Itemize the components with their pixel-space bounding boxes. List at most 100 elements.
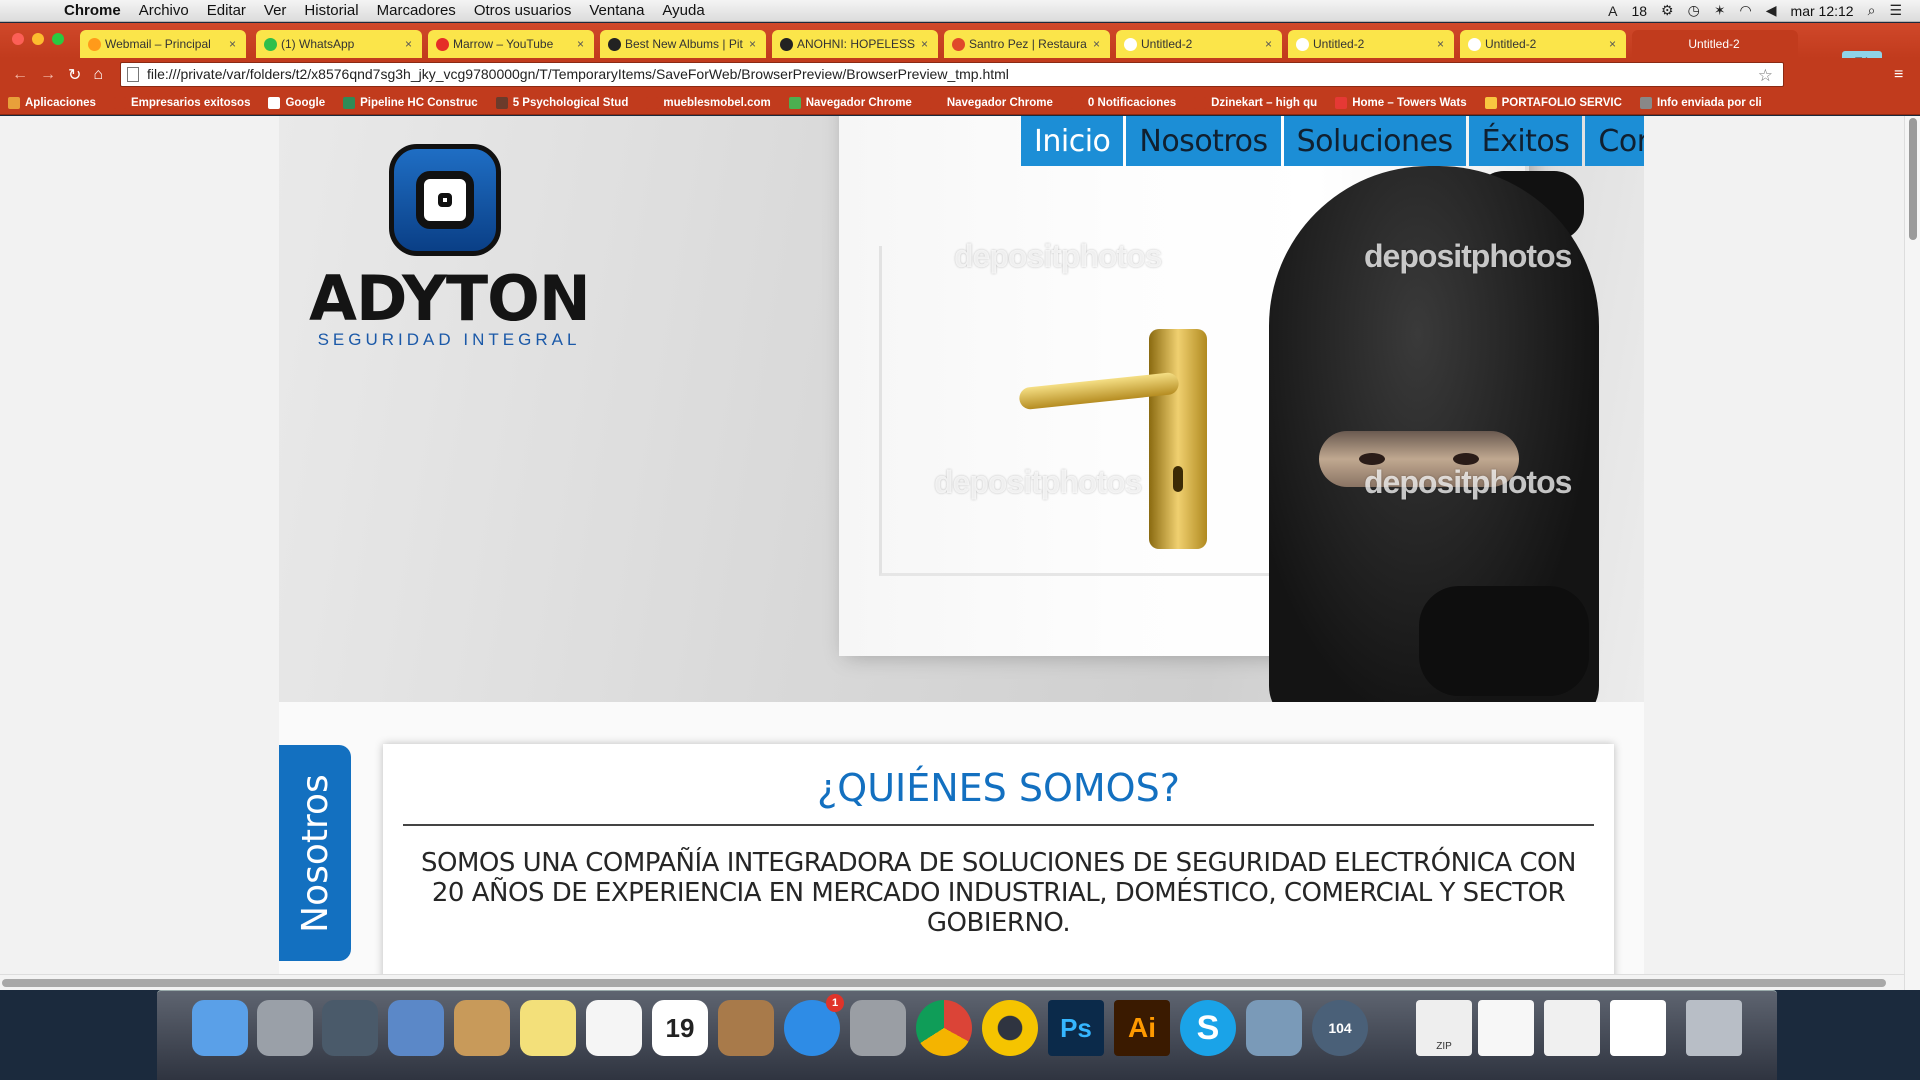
bookmark-item[interactable]: Pipeline HC Construc [343, 96, 478, 109]
chrome-menu-icon[interactable]: ≡ [1894, 66, 1903, 84]
menu-otros-usuarios[interactable]: Otros usuarios [474, 2, 572, 19]
close-tab-icon[interactable]: × [921, 37, 928, 51]
browser-tab[interactable]: Untitled-2 × [1288, 30, 1454, 58]
menu-historial[interactable]: Historial [304, 2, 358, 19]
bookmark-item[interactable]: 0 Notificaciones [1070, 96, 1176, 109]
time-machine-icon[interactable]: ◷ [1688, 2, 1700, 19]
time-machine-icon[interactable]: 104 [1312, 1000, 1368, 1056]
adobe-icon[interactable]: A [1608, 3, 1617, 19]
bookmark-favicon-icon [1484, 96, 1497, 109]
mission-control-icon[interactable] [322, 1000, 378, 1056]
browser-tab[interactable]: (1) WhatsApp × [256, 30, 422, 58]
menu-ventana[interactable]: Ventana [589, 2, 644, 19]
bookmark-label: Navegador Chrome [946, 96, 1053, 109]
window-thumbnail-icon[interactable] [1544, 1000, 1600, 1056]
notification-center-icon[interactable]: ☰ [1889, 2, 1902, 19]
bookmark-item[interactable]: 5 Psychological Stud [495, 96, 628, 109]
close-tab-icon[interactable]: × [1437, 37, 1444, 51]
browser-tab[interactable]: Santro Pez | Restaurante × [944, 30, 1110, 58]
browser-tab[interactable]: Untitled-2 × [1116, 30, 1282, 58]
menu-marcadores[interactable]: Marcadores [377, 2, 456, 19]
skype-icon[interactable]: S [1180, 1000, 1236, 1056]
forward-arrow-icon[interactable]: → [40, 66, 56, 84]
close-tab-icon[interactable]: × [1093, 37, 1100, 51]
opera-icon[interactable] [982, 1000, 1038, 1056]
contacts-icon[interactable] [454, 1000, 510, 1056]
window-thumbnail-icon[interactable] [1610, 1000, 1666, 1056]
bookmark-item[interactable]: Dzinekart – high qu [1194, 96, 1317, 109]
illustrator-icon[interactable]: Ai [1114, 1000, 1170, 1056]
home-icon[interactable]: ⌂ [93, 66, 103, 84]
close-tab-icon[interactable]: × [1265, 37, 1272, 51]
trash-icon[interactable] [1686, 1000, 1742, 1056]
close-tab-icon[interactable]: × [1609, 37, 1616, 51]
finder-icon[interactable] [192, 1000, 248, 1056]
macos-menubar: Chrome Archivo Editar Ver Historial Marc… [0, 0, 1920, 22]
side-tab-nosotros[interactable]: Nosotros [279, 745, 351, 961]
gear-icon[interactable]: ⚙ [1661, 2, 1674, 19]
browser-tab[interactable]: Best New Albums | Pitchfork × [600, 30, 766, 58]
browser-tab[interactable]: Untitled-2 [1632, 30, 1798, 58]
nav-exitos[interactable]: Éxitos [1468, 116, 1583, 166]
bookmark-item[interactable]: Aplicaciones [8, 96, 96, 109]
menu-editar[interactable]: Editar [207, 2, 246, 19]
close-tab-icon[interactable]: × [749, 37, 756, 51]
nav-nosotros[interactable]: Nosotros [1126, 116, 1281, 166]
wifi-icon[interactable]: ◠ [1740, 2, 1752, 19]
window-thumbnail-icon[interactable] [1478, 1000, 1534, 1056]
address-bar[interactable]: file:///private/var/folders/t2/x8576qnd7… [120, 62, 1784, 87]
close-tab-icon[interactable]: × [405, 37, 412, 51]
bookmark-item[interactable]: mueblesmobel.com [646, 96, 771, 109]
calendar-icon[interactable]: 19 [652, 1000, 708, 1056]
site-nav: Inicio Nosotros Soluciones Éxitos Contác… [1021, 116, 1644, 166]
vertical-scrollbar[interactable] [1904, 116, 1920, 990]
bookmark-item[interactable]: Info enviada por cli [1639, 96, 1762, 109]
scrollbar-thumb[interactable] [2, 979, 1886, 987]
mail-icon[interactable] [388, 1000, 444, 1056]
close-tab-icon[interactable]: × [577, 37, 584, 51]
launchpad-icon[interactable] [257, 1000, 313, 1056]
bookmark-item[interactable]: PORTAFOLIO SERVIC [1484, 96, 1622, 109]
reminders-icon[interactable] [586, 1000, 642, 1056]
bluetooth-icon[interactable]: ✶ [1714, 2, 1726, 19]
chrome-icon[interactable] [916, 1000, 972, 1056]
browser-tab[interactable]: Webmail – Principal × [80, 30, 246, 58]
bookmark-item[interactable]: Google [268, 96, 325, 109]
scrollbar-thumb[interactable] [1909, 118, 1917, 240]
adyton-logo[interactable]: ADYTON SEGURIDAD INTEGRAL [309, 144, 591, 349]
menubar-clock[interactable]: mar 12:12 [1791, 3, 1854, 19]
bookmark-star-icon[interactable]: ☆ [1758, 64, 1773, 86]
preview-icon[interactable] [1246, 1000, 1302, 1056]
menu-ver[interactable]: Ver [264, 2, 287, 19]
notes-icon[interactable] [520, 1000, 576, 1056]
horizontal-scrollbar[interactable] [0, 974, 1904, 990]
reload-icon[interactable]: ↻ [68, 65, 81, 85]
menu-archivo[interactable]: Archivo [139, 2, 189, 19]
browser-tab[interactable]: Untitled-2 × [1460, 30, 1626, 58]
app-store-icon[interactable]: 1 [784, 994, 844, 1056]
system-preferences-icon[interactable] [850, 1000, 906, 1056]
browser-tab[interactable]: ANOHNI: HOPELESSNESS × [772, 30, 938, 58]
close-window-button[interactable] [12, 33, 24, 45]
nav-inicio[interactable]: Inicio [1021, 116, 1124, 166]
nav-contactanos[interactable]: Contáctanos [1585, 116, 1644, 166]
bookmark-item[interactable]: Navegador Chrome [929, 96, 1053, 109]
spotlight-icon[interactable]: ⌕ [1868, 2, 1876, 19]
back-arrow-icon[interactable]: ← [12, 66, 28, 84]
bookmark-label: Info enviada por cli [1656, 96, 1762, 109]
about-card: ¿QUIÉNES SOMOS? SOMOS UNA COMPAÑÍA INTEG… [383, 744, 1614, 990]
menu-ayuda[interactable]: Ayuda [662, 2, 704, 19]
zoom-window-button[interactable] [52, 33, 64, 45]
nav-soluciones[interactable]: Soluciones [1283, 116, 1466, 166]
close-tab-icon[interactable]: × [229, 37, 236, 51]
zip-archive-icon[interactable]: ZIP [1416, 1000, 1472, 1056]
bookmark-item[interactable]: Home – Towers Wats [1335, 96, 1467, 109]
bookmark-item[interactable]: Navegador Chrome [788, 96, 912, 109]
photoshop-icon[interactable]: Ps [1048, 1000, 1104, 1056]
iphoto-icon[interactable] [718, 1000, 774, 1056]
bookmark-item[interactable]: Empresarios exitosos [113, 96, 250, 109]
volume-icon[interactable]: ◀ [1766, 2, 1777, 19]
browser-tab[interactable]: Marrow – YouTube × [428, 30, 594, 58]
minimize-window-button[interactable] [32, 33, 44, 45]
app-menu[interactable]: Chrome [64, 2, 121, 19]
